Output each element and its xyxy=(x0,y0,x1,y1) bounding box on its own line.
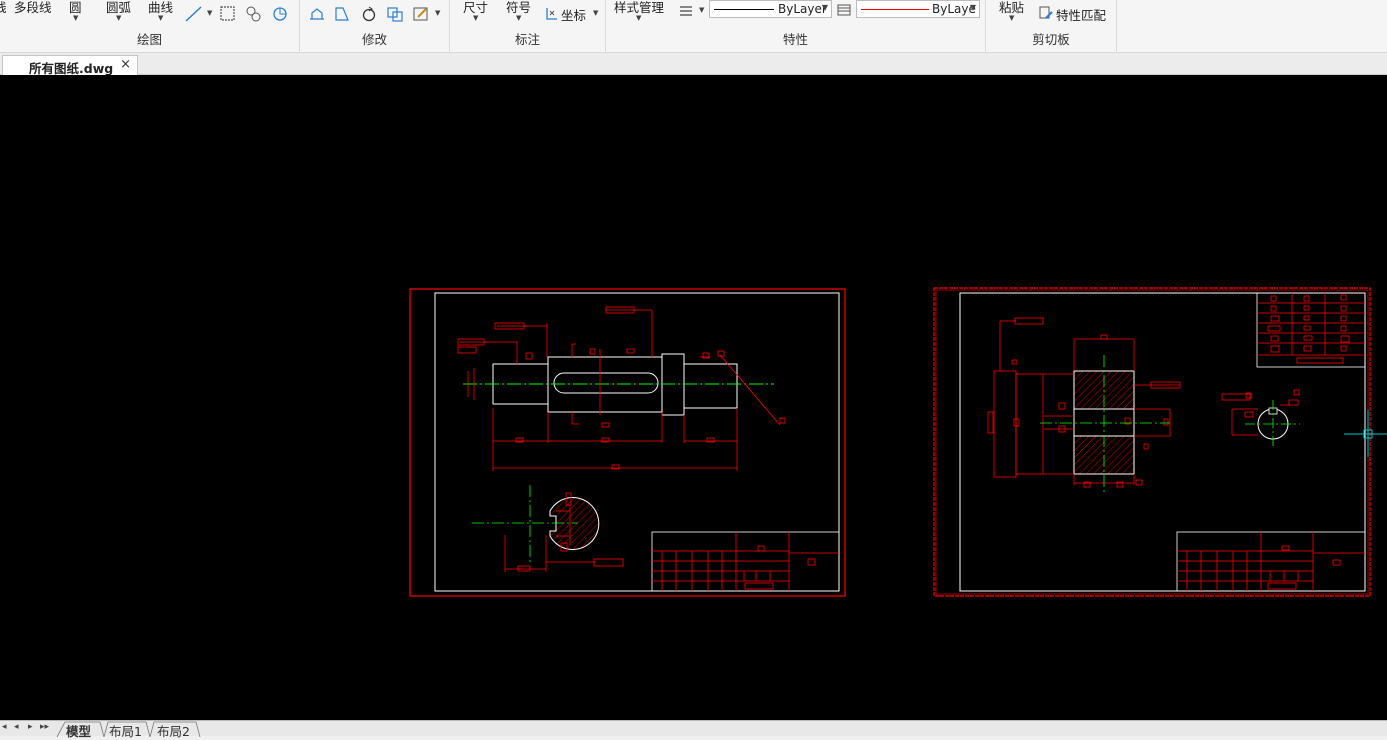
line-dropdown-icon[interactable]: ▼ xyxy=(207,9,212,17)
arc-dropdown-icon[interactable]: ▼ xyxy=(116,14,121,22)
match-properties-button[interactable]: 特性匹配 xyxy=(1056,5,1106,24)
drawing-svg[interactable] xyxy=(0,75,1387,720)
rotate-icon[interactable] xyxy=(360,5,378,23)
document-tab-bar: 所有图纸.dwg × xyxy=(0,53,1387,76)
section-view[interactable] xyxy=(472,485,624,572)
coordinate-button[interactable]: 坐标 xyxy=(561,5,586,24)
lineweight-dropdown-icon[interactable]: ▼ xyxy=(699,6,704,14)
ribbon-group-draw-label: 绘图 xyxy=(136,32,162,47)
edit-icon[interactable] xyxy=(412,5,430,23)
hatch-icon[interactable] xyxy=(219,5,237,23)
curve-dropdown-icon[interactable]: ▼ xyxy=(158,14,163,22)
close-icon[interactable]: × xyxy=(120,57,131,72)
sheet-gear[interactable] xyxy=(933,287,1371,597)
shaft-dimension-labels xyxy=(457,306,786,470)
shaft-dimensions xyxy=(460,309,781,471)
linetype-select[interactable]: ByLayer ▼ xyxy=(709,0,832,18)
ribbon-group-properties: 样式管理 ▼ ▼ ByLayer ▼ ByLaye ▼ 特性 xyxy=(606,0,986,53)
linetype-preview xyxy=(714,9,774,10)
ribbon-group-modify-label: 修改 xyxy=(361,32,387,47)
lineweight-icon[interactable] xyxy=(678,3,694,19)
gear-view[interactable] xyxy=(987,317,1181,495)
ribbon: 线 多段线 圆 ▼ 圆弧 ▼ 曲线 ▼ ▼ 绘图 ▼ 修改 尺寸 ▼ 符号 ▼ … xyxy=(0,0,1387,53)
ribbon-group-properties-label: 特性 xyxy=(782,32,808,47)
ribbon-group-clipboard: 粘贴 ▼ 特性匹配 剪切板 xyxy=(986,0,1117,53)
polyline-button[interactable]: 多段线 xyxy=(14,0,52,16)
region-icon[interactable] xyxy=(245,5,263,23)
stretch-icon[interactable] xyxy=(308,5,326,23)
hub-section-view[interactable] xyxy=(1221,389,1300,447)
line-button-partial[interactable]: 线 xyxy=(0,0,7,16)
sheet-outer-frame xyxy=(933,287,1371,597)
symbol-dropdown-icon[interactable]: ▼ xyxy=(516,14,521,22)
dimension-dropdown-icon[interactable]: ▼ xyxy=(473,14,478,22)
match-properties-icon[interactable] xyxy=(1038,5,1054,21)
boundary-icon[interactable] xyxy=(271,5,289,23)
ribbon-group-annotate: 尺寸 ▼ 符号 ▼ 坐标 ▼ 标注 xyxy=(450,0,606,53)
gear-title-block xyxy=(1176,531,1366,592)
ribbon-group-modify: ▼ 修改 xyxy=(300,0,450,53)
coordinate-dropdown-icon[interactable]: ▼ xyxy=(593,9,598,17)
circle-dropdown-icon[interactable]: ▼ xyxy=(73,14,78,22)
document-tab[interactable]: 所有图纸.dwg × xyxy=(2,55,138,76)
drawing-canvas[interactable] xyxy=(0,75,1387,720)
coordinate-icon[interactable] xyxy=(544,6,558,22)
color-preview xyxy=(861,9,929,10)
layout-tab-bar: ◂ ◂ ▸ ▸▸ 模型 布局1 布局2 xyxy=(0,720,1387,739)
ribbon-group-draw: 线 多段线 圆 ▼ 圆弧 ▼ 曲线 ▼ ▼ 绘图 xyxy=(0,0,300,53)
paste-dropdown-icon[interactable]: ▼ xyxy=(1009,14,1014,22)
tab-separator-lines xyxy=(56,721,201,737)
copy-icon[interactable] xyxy=(386,5,404,23)
chevron-down-icon: ▼ xyxy=(821,3,828,12)
sheet-outer-frame xyxy=(409,288,846,597)
chevron-down-icon: ▼ xyxy=(969,3,976,12)
linetype-value: ByLayer xyxy=(778,2,827,16)
ribbon-group-clipboard-label: 剪切板 xyxy=(1032,32,1070,47)
modify-dropdown-icon[interactable]: ▼ xyxy=(435,9,440,17)
style-manager-dropdown-icon[interactable]: ▼ xyxy=(636,14,641,22)
scale-icon[interactable] xyxy=(333,5,351,23)
ribbon-group-annotate-label: 标注 xyxy=(514,32,540,47)
color-select[interactable]: ByLaye ▼ xyxy=(856,0,980,18)
shaft-title-block xyxy=(651,531,840,592)
sheet-inner-frame xyxy=(434,292,840,592)
gear-parameter-table xyxy=(1256,292,1366,368)
line-tool-icon[interactable] xyxy=(184,4,204,24)
layer-list-icon[interactable] xyxy=(837,3,851,17)
sheet-shaft[interactable] xyxy=(409,288,846,597)
